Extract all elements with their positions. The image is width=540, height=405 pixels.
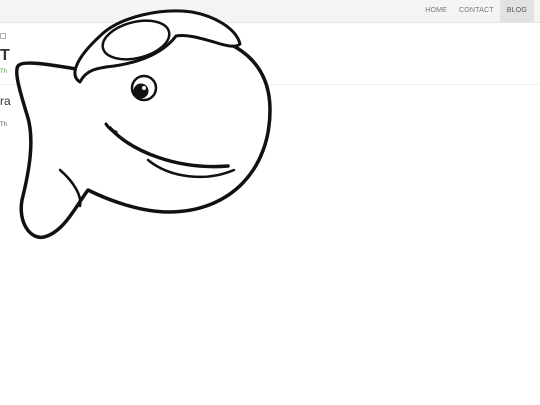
post-snippet: Th xyxy=(0,122,8,128)
broken-image-icon xyxy=(0,33,6,39)
post-subheading: ra xyxy=(0,94,11,108)
divider xyxy=(0,84,540,85)
nav-home-link[interactable]: HOME xyxy=(419,0,453,22)
post-meta[interactable]: Th xyxy=(0,68,7,76)
nav-blog-link[interactable]: BLOG xyxy=(499,0,534,22)
nav-contact-link[interactable]: CONTACT xyxy=(453,0,500,22)
post-title[interactable]: T xyxy=(0,47,10,65)
page: HOME CONTACT BLOG T Th ra Th xyxy=(0,0,540,405)
top-navigation-bar: HOME CONTACT BLOG xyxy=(0,0,540,23)
main-nav: HOME CONTACT BLOG xyxy=(419,0,534,22)
fish-with-sunglasses-icon xyxy=(15,9,272,239)
